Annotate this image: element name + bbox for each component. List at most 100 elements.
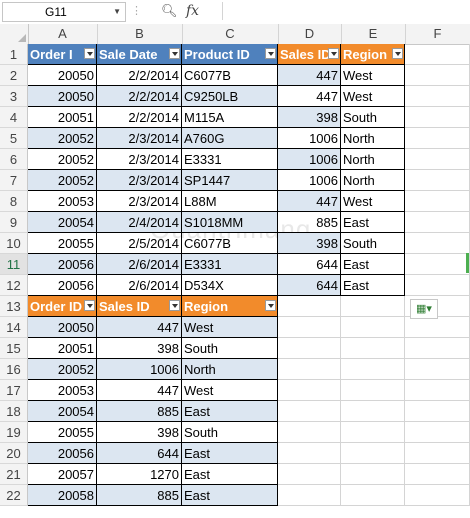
- row-header-14[interactable]: 14: [0, 317, 28, 338]
- cell[interactable]: [341, 359, 405, 380]
- table3-region[interactable]: East: [182, 464, 278, 485]
- row-header-19[interactable]: 19: [0, 422, 28, 443]
- filter-dropdown-icon[interactable]: [265, 48, 276, 59]
- table3-sales-id[interactable]: 885: [97, 485, 182, 506]
- filter-dropdown-icon[interactable]: [265, 300, 276, 311]
- table3-order-id[interactable]: 20057: [28, 464, 97, 485]
- cell[interactable]: [405, 422, 470, 443]
- cell[interactable]: [405, 107, 470, 128]
- row-header-20[interactable]: 20: [0, 443, 28, 464]
- cell[interactable]: [341, 422, 405, 443]
- row-header-16[interactable]: 16: [0, 359, 28, 380]
- table1-sale-date[interactable]: 2/3/2014: [97, 170, 182, 191]
- row-header-21[interactable]: 21: [0, 464, 28, 485]
- table3-region[interactable]: East: [182, 485, 278, 506]
- cell[interactable]: [278, 485, 341, 506]
- column-header-b[interactable]: B: [97, 24, 183, 44]
- table1-product-id[interactable]: D534X: [182, 275, 278, 296]
- table2-region[interactable]: East: [341, 254, 405, 275]
- row-header-8[interactable]: 8: [0, 191, 28, 212]
- table1-header-2[interactable]: Product ID: [182, 44, 278, 65]
- table3-order-id[interactable]: 20050: [28, 317, 97, 338]
- table1-product-id[interactable]: C6077B: [182, 65, 278, 86]
- table2-region[interactable]: South: [341, 233, 405, 254]
- table1-order-id[interactable]: 20055: [28, 233, 97, 254]
- column-header-d[interactable]: D: [278, 24, 342, 44]
- row-header-3[interactable]: 3: [0, 86, 28, 107]
- cell[interactable]: [405, 170, 470, 191]
- chevron-down-icon[interactable]: ▼: [113, 3, 121, 21]
- table3-sales-id[interactable]: 885: [97, 401, 182, 422]
- cell[interactable]: [405, 464, 470, 485]
- table3-region[interactable]: West: [182, 380, 278, 401]
- cell[interactable]: [278, 317, 341, 338]
- spreadsheet-grid[interactable]: ABCDEF Quantrimang 123456789101112131415…: [0, 24, 470, 518]
- cell[interactable]: [405, 275, 470, 296]
- row-header-6[interactable]: 6: [0, 149, 28, 170]
- table3-region[interactable]: North: [182, 359, 278, 380]
- table3-sales-id[interactable]: 1006: [97, 359, 182, 380]
- select-all-button[interactable]: [0, 24, 29, 44]
- table1-order-id[interactable]: 20051: [28, 107, 97, 128]
- table1-order-id[interactable]: 20056: [28, 254, 97, 275]
- table2-region[interactable]: West: [341, 191, 405, 212]
- table2-sales-id[interactable]: 885: [278, 212, 341, 233]
- table2-region[interactable]: West: [341, 86, 405, 107]
- row-header-18[interactable]: 18: [0, 401, 28, 422]
- table3-sales-id[interactable]: 398: [97, 422, 182, 443]
- table1-product-id[interactable]: L88M: [182, 191, 278, 212]
- table1-product-id[interactable]: C9250LB: [182, 86, 278, 107]
- table3-sales-id[interactable]: 644: [97, 443, 182, 464]
- table2-header-0[interactable]: Sales ID: [278, 44, 341, 65]
- cell[interactable]: [341, 485, 405, 506]
- cell[interactable]: [405, 191, 470, 212]
- cell[interactable]: [341, 296, 405, 317]
- filter-dropdown-icon[interactable]: [84, 48, 95, 59]
- filter-dropdown-icon[interactable]: [84, 300, 95, 311]
- table3-header-2[interactable]: Region: [182, 296, 278, 317]
- table3-order-id[interactable]: 20051: [28, 338, 97, 359]
- table1-order-id[interactable]: 20052: [28, 128, 97, 149]
- cell[interactable]: [405, 254, 470, 275]
- table1-order-id[interactable]: 20050: [28, 65, 97, 86]
- table1-sale-date[interactable]: 2/6/2014: [97, 254, 182, 275]
- table1-product-id[interactable]: E3331: [182, 149, 278, 170]
- table2-region[interactable]: South: [341, 107, 405, 128]
- table1-order-id[interactable]: 20052: [28, 149, 97, 170]
- cell[interactable]: [278, 443, 341, 464]
- cell[interactable]: [278, 338, 341, 359]
- table3-sales-id[interactable]: 447: [97, 317, 182, 338]
- cell[interactable]: [278, 464, 341, 485]
- table2-sales-id[interactable]: 398: [278, 233, 341, 254]
- row-header-13[interactable]: 13: [0, 296, 28, 317]
- filter-dropdown-icon[interactable]: [169, 48, 180, 59]
- row-header-4[interactable]: 4: [0, 107, 28, 128]
- filter-dropdown-icon[interactable]: [392, 48, 403, 59]
- table3-region[interactable]: East: [182, 401, 278, 422]
- quick-analysis-icon[interactable]: ▦▾: [410, 299, 438, 319]
- column-header-e[interactable]: E: [341, 24, 406, 44]
- table3-sales-id[interactable]: 447: [97, 380, 182, 401]
- cell[interactable]: [405, 44, 470, 65]
- table2-sales-id[interactable]: 644: [278, 254, 341, 275]
- formula-input[interactable]: [222, 2, 469, 20]
- cell[interactable]: [405, 338, 470, 359]
- cell[interactable]: [405, 86, 470, 107]
- table3-region[interactable]: South: [182, 338, 278, 359]
- table2-sales-id[interactable]: 447: [278, 65, 341, 86]
- cell[interactable]: [341, 443, 405, 464]
- cell[interactable]: [278, 422, 341, 443]
- table2-header-1[interactable]: Region: [341, 44, 405, 65]
- table1-order-id[interactable]: 20052: [28, 170, 97, 191]
- table1-product-id[interactable]: M115A: [182, 107, 278, 128]
- cell[interactable]: [278, 296, 341, 317]
- cell[interactable]: [278, 380, 341, 401]
- table1-product-id[interactable]: E3331: [182, 254, 278, 275]
- table1-product-id[interactable]: S1018MM: [182, 212, 278, 233]
- table1-sale-date[interactable]: 2/6/2014: [97, 275, 182, 296]
- table2-region[interactable]: North: [341, 128, 405, 149]
- zoom-icon[interactable]: 🔍︎: [161, 2, 178, 20]
- table3-region[interactable]: South: [182, 422, 278, 443]
- row-header-2[interactable]: 2: [0, 65, 28, 86]
- cell[interactable]: [405, 317, 470, 338]
